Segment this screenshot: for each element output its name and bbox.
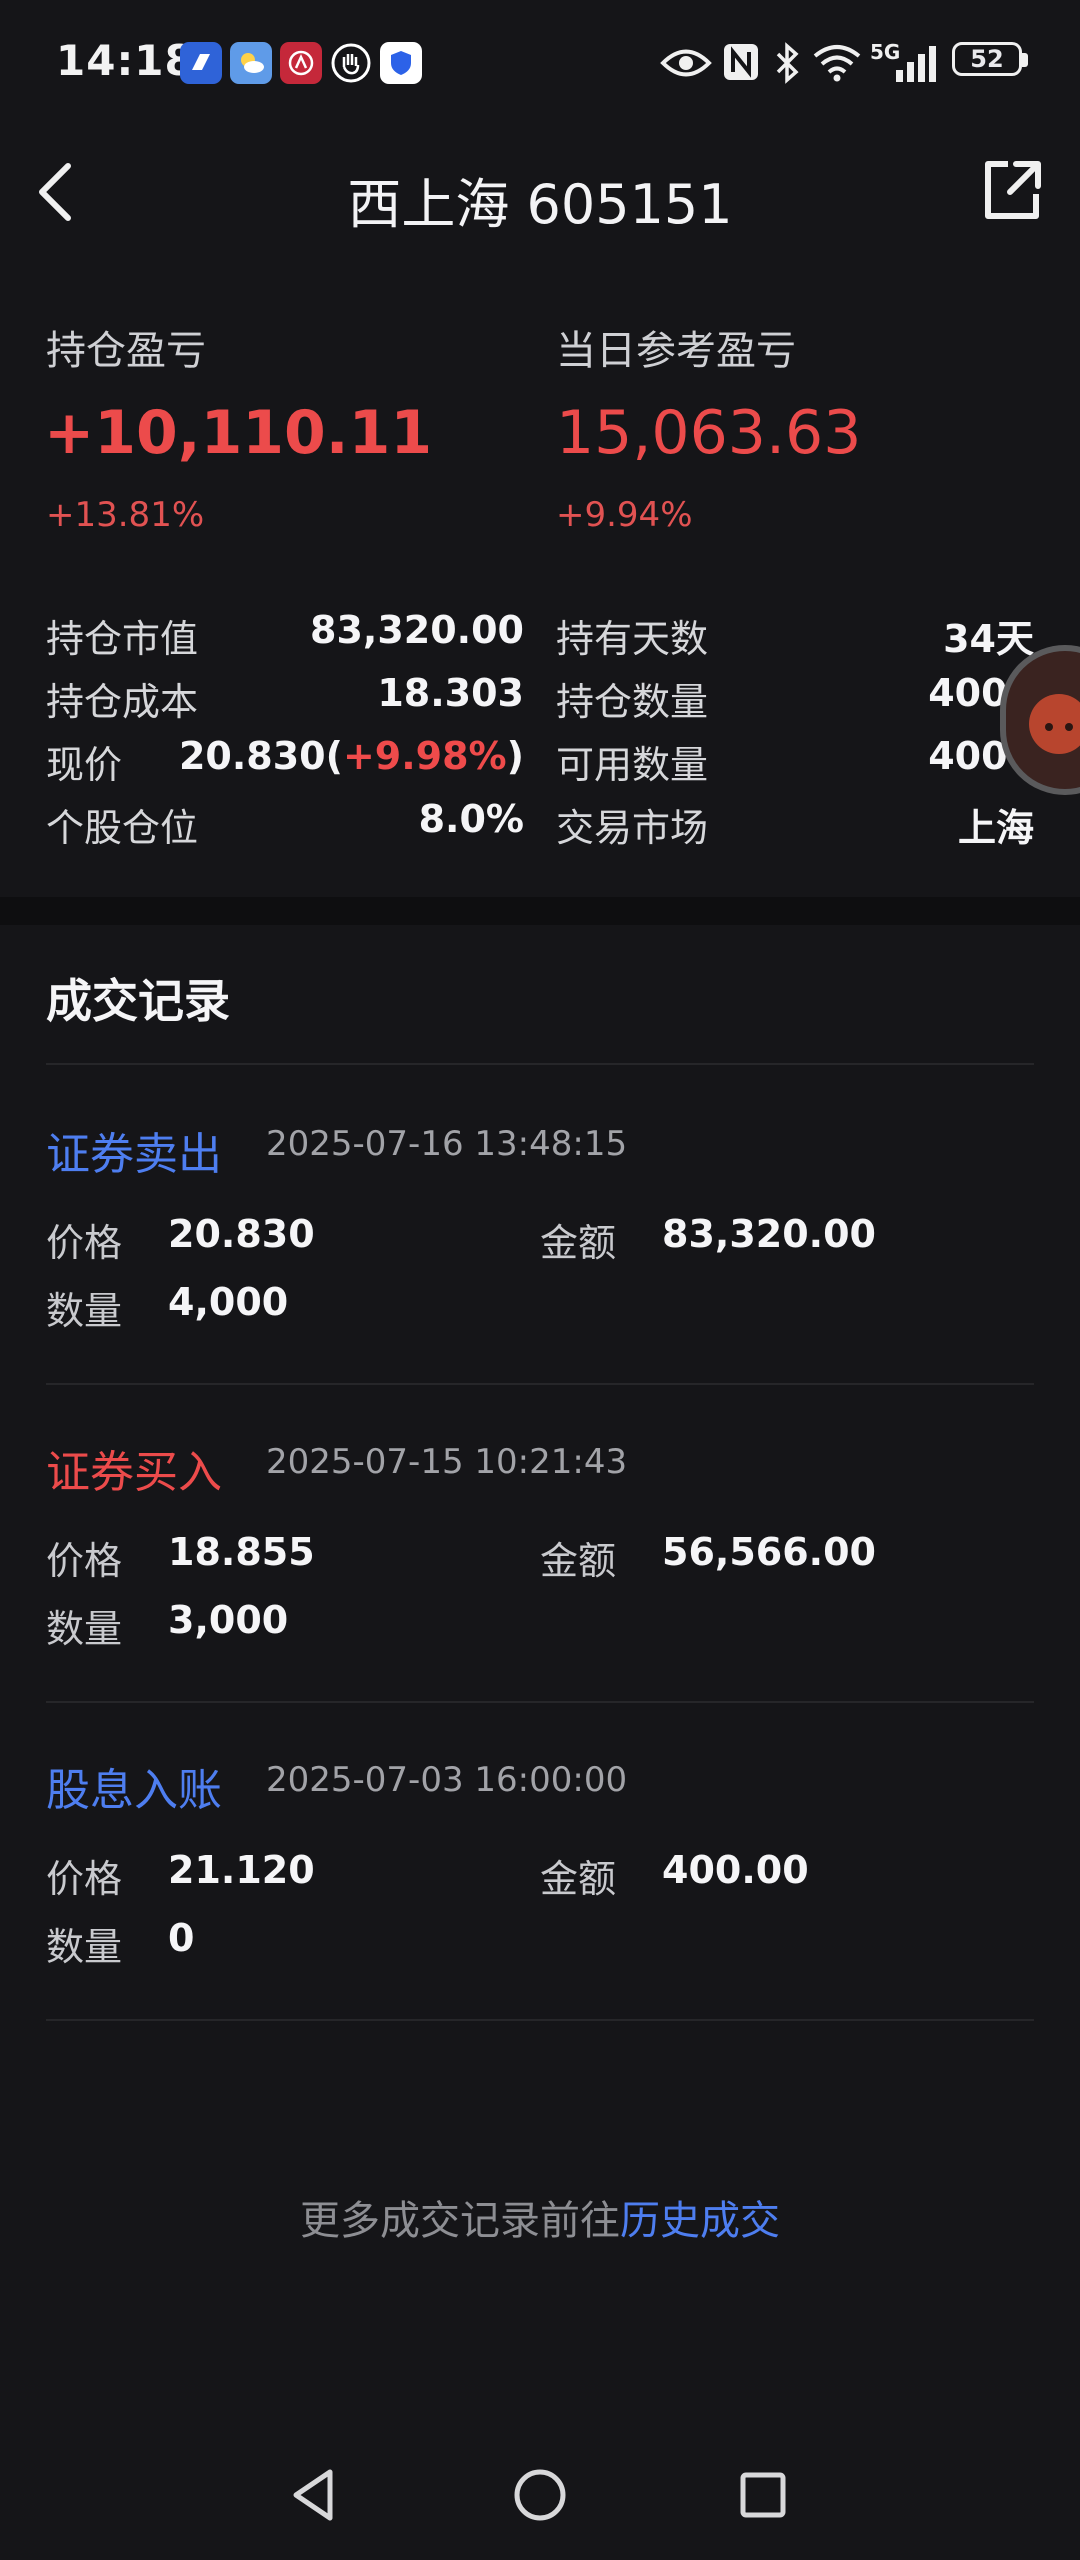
- record-amount: 56,566.00: [662, 1530, 876, 1574]
- red-app-icon: [280, 42, 322, 84]
- more-records-hint: 更多成交记录前往历史成交: [0, 2188, 1080, 2246]
- record-price: 21.120: [168, 1848, 315, 1892]
- more-records-text: 更多成交记录前往: [300, 2198, 620, 2244]
- daily-pnl-value: 15,063.63: [556, 398, 862, 468]
- record-time: 2025-07-16 13:48:15: [266, 1124, 628, 1164]
- weather-icon: [230, 42, 272, 84]
- price-label: 价格: [46, 1857, 123, 1901]
- record-price: 18.855: [168, 1530, 315, 1574]
- record-qty: 4,000: [168, 1280, 289, 1324]
- daily-pnl-pct: +9.94%: [556, 495, 693, 535]
- qty-label: 数量: [46, 1607, 123, 1651]
- cost-label: 持仓成本: [46, 680, 199, 724]
- records-title: 成交记录: [46, 974, 230, 1028]
- record-qty: 3,000: [168, 1598, 289, 1642]
- triangle-back-icon: [293, 2469, 333, 2521]
- record-type: 证券卖出: [46, 1129, 222, 1180]
- section-divider: [0, 897, 1080, 925]
- record-amount: 400.00: [662, 1848, 809, 1892]
- available-qty-label: 可用数量: [556, 743, 709, 787]
- nav-back-button[interactable]: [280, 2460, 350, 2530]
- eye-icon: [660, 46, 712, 84]
- assistant-face-icon: [1029, 694, 1080, 754]
- wifi-icon: [812, 44, 862, 86]
- current-price-value: 20.830(+9.98%): [170, 734, 524, 778]
- battery-icon: 52: [952, 42, 1022, 76]
- nfc-icon: [722, 42, 760, 86]
- share-button[interactable]: [980, 158, 1044, 222]
- nav-home-button[interactable]: [505, 2460, 575, 2530]
- position-ratio-value: 8.0%: [418, 797, 524, 841]
- qty-label: 数量: [46, 1925, 123, 1969]
- market-label: 交易市场: [556, 806, 709, 850]
- holding-qty-value: 4000: [928, 671, 1034, 715]
- price-label: 价格: [46, 1221, 123, 1265]
- holding-days-label: 持有天数: [556, 617, 709, 661]
- holding-qty-label: 持仓数量: [556, 680, 709, 724]
- market-value: 83,320.00: [310, 608, 524, 652]
- cost-value: 18.303: [377, 671, 524, 715]
- battery-level: 52: [970, 45, 1004, 73]
- square-recents-icon: [740, 2472, 786, 2518]
- nav-recents-button[interactable]: [728, 2460, 798, 2530]
- current-price-change: +9.98%: [342, 734, 507, 778]
- amount-label: 金额: [540, 1221, 617, 1265]
- current-price: 20.830(: [178, 734, 343, 778]
- amount-label: 金额: [540, 1857, 617, 1901]
- amount-label: 金额: [540, 1539, 617, 1583]
- history-trades-link[interactable]: 历史成交: [620, 2198, 780, 2244]
- record-time: 2025-07-03 16:00:00: [266, 1760, 628, 1800]
- record-amount: 83,320.00: [662, 1212, 876, 1256]
- current-price-label: 现价: [46, 743, 123, 787]
- record-time: 2025-07-15 10:21:43: [266, 1442, 628, 1482]
- daily-pnl-label: 当日参考盈亏: [556, 328, 796, 374]
- shield-icon: [380, 42, 422, 84]
- record-type: 股息入账: [46, 1765, 222, 1816]
- app-blue-icon: [180, 42, 222, 84]
- record-type: 证券买入: [46, 1447, 222, 1498]
- circle-home-icon: [514, 2469, 566, 2521]
- holding-pnl-label: 持仓盈亏: [46, 328, 206, 374]
- page-title: 西上海 605151: [347, 173, 733, 236]
- external-link-icon: [985, 161, 1041, 219]
- price-label: 价格: [46, 1539, 123, 1583]
- record-qty: 0: [168, 1916, 195, 1960]
- signal-icon: [880, 44, 940, 88]
- bluetooth-icon: [772, 42, 802, 88]
- qty-label: 数量: [46, 1289, 123, 1333]
- market-value-text: 上海: [957, 806, 1034, 850]
- divider-line: [46, 2019, 1034, 2021]
- position-ratio-label: 个股仓位: [46, 806, 199, 850]
- available-qty-value: 4000: [928, 734, 1034, 778]
- hand-icon: [330, 42, 372, 84]
- record-price: 20.830: [168, 1212, 315, 1256]
- holding-days-value: 34天: [943, 617, 1034, 661]
- holding-pnl-pct: +13.81%: [46, 495, 205, 535]
- market-value-label: 持仓市值: [46, 617, 199, 661]
- status-time: 14:18: [56, 36, 195, 85]
- battery-nub: [1022, 53, 1028, 67]
- holding-pnl-value: +10,110.11: [44, 398, 433, 468]
- current-price-close: ): [506, 734, 524, 778]
